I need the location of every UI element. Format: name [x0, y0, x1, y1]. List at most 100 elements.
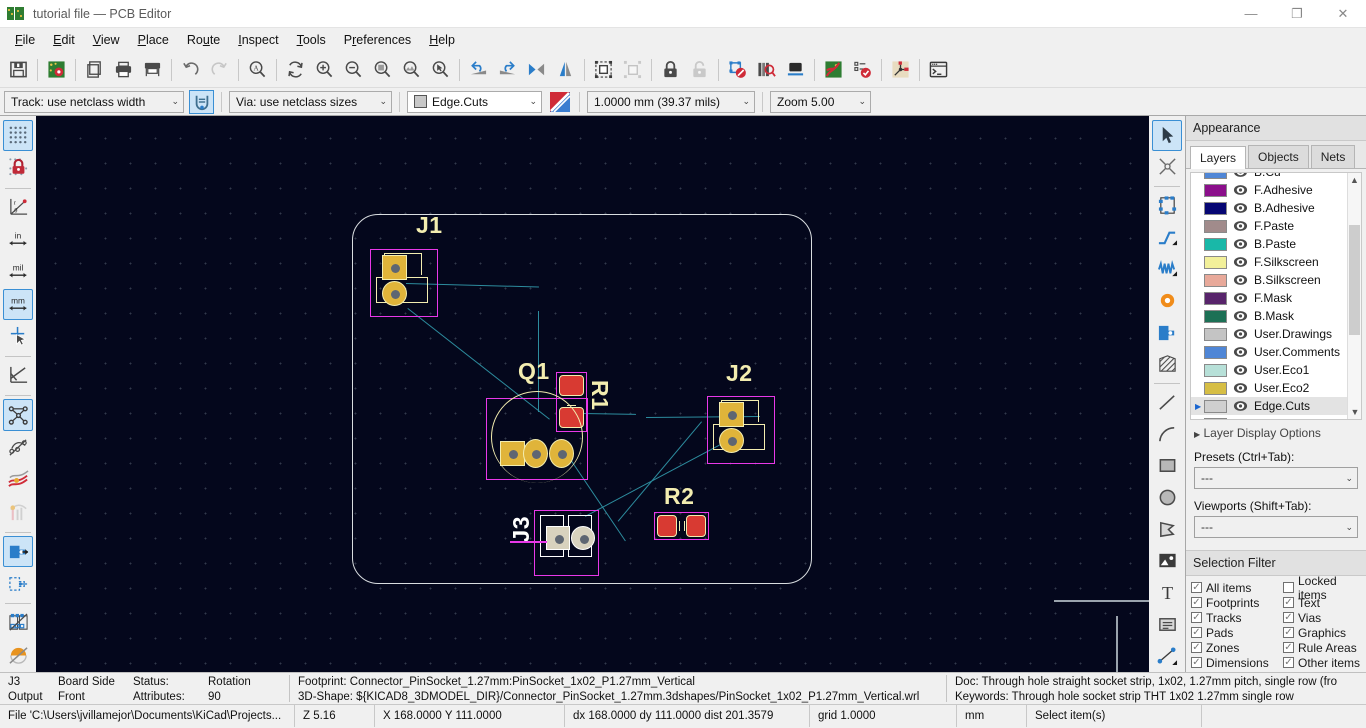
curved-ratsnest-button[interactable] [3, 432, 33, 463]
lock-icon[interactable] [656, 55, 685, 85]
layer-row[interactable]: User.Eco1 [1191, 361, 1347, 379]
save-icon[interactable] [4, 55, 33, 85]
draw-circle-tool-button[interactable] [1152, 482, 1182, 513]
menu-tools[interactable]: Tools [288, 30, 335, 50]
layer-row[interactable]: F.Mask [1191, 289, 1347, 307]
layer-list-scrollbar[interactable]: ▲ ▼ [1347, 173, 1361, 419]
3d-viewer-icon[interactable] [781, 55, 810, 85]
pad-2[interactable] [523, 439, 548, 468]
layer-color-swatch[interactable] [1204, 201, 1227, 215]
layer-color-swatch[interactable] [1204, 345, 1227, 359]
footprint-text-button[interactable] [3, 607, 33, 638]
place-image-tool-button[interactable] [1152, 545, 1182, 576]
rotate-ccw-icon[interactable] [464, 55, 493, 85]
layer-row[interactable]: F.Silkscreen [1191, 253, 1347, 271]
find-icon[interactable]: A [243, 55, 272, 85]
refresh-icon[interactable] [281, 55, 310, 85]
eye-visibility-icon[interactable] [1232, 328, 1248, 341]
unlock-icon[interactable] [685, 55, 714, 85]
eye-visibility-icon[interactable] [1232, 173, 1248, 179]
menu-place[interactable]: Place [129, 30, 178, 50]
add-textbox-tool-button[interactable] [1152, 609, 1182, 640]
select-tool-button[interactable] [1152, 120, 1182, 151]
checkbox[interactable] [1283, 657, 1294, 668]
pad-1[interactable] [657, 515, 677, 537]
toggle-45-limit-button[interactable] [3, 360, 33, 391]
pad-2[interactable] [382, 281, 407, 306]
eye-visibility-icon[interactable] [1232, 400, 1248, 413]
checkbox[interactable] [1191, 612, 1202, 623]
zone-outline-button[interactable] [3, 568, 33, 599]
layer-row[interactable]: F.Paste [1191, 217, 1347, 235]
checkbox[interactable] [1283, 642, 1294, 653]
menu-inspect[interactable]: Inspect [229, 30, 287, 50]
add-dimension-tool-button[interactable] [1152, 640, 1182, 671]
update-pcb-icon[interactable] [848, 55, 877, 85]
layer-color-swatch[interactable] [1204, 399, 1227, 413]
sketch-graphics-button[interactable] [3, 640, 33, 671]
selection-filter-item[interactable]: Dimensions [1191, 655, 1283, 670]
layer-color-swatch[interactable] [1204, 417, 1227, 419]
layer-color-swatch[interactable] [1204, 173, 1227, 179]
checkbox[interactable] [1191, 657, 1202, 668]
toggle-grid-button[interactable] [3, 120, 33, 152]
draw-rule-area-tool-button[interactable] [1152, 349, 1182, 380]
layer-row[interactable]: B.Paste [1191, 235, 1347, 253]
layer-color-swatch[interactable] [1204, 363, 1227, 377]
menu-view[interactable]: View [84, 30, 129, 50]
flip-horizontal-icon[interactable] [522, 55, 551, 85]
zoom-select[interactable]: Zoom 5.00 ⌄ [770, 90, 871, 113]
layer-row[interactable]: B.Silkscreen [1191, 271, 1347, 289]
footprint-j3[interactable]: J3 [508, 510, 599, 576]
zoom-in-icon[interactable] [310, 55, 339, 85]
add-text-tool-button[interactable]: T [1152, 577, 1182, 608]
eye-visibility-icon[interactable] [1232, 310, 1248, 323]
place-via-tool-button[interactable] [1152, 285, 1182, 316]
eye-visibility-icon[interactable] [1232, 202, 1248, 215]
units-mm-button[interactable]: mm [3, 288, 33, 320]
track-width-select[interactable]: Track: use netclass width ⌄ [4, 90, 184, 113]
layer-row[interactable]: User.Drawings [1191, 325, 1347, 343]
eye-visibility-icon[interactable] [1232, 418, 1248, 420]
eye-visibility-icon[interactable] [1232, 238, 1248, 251]
eye-visibility-icon[interactable] [1232, 256, 1248, 269]
close-button[interactable]: ✕ [1320, 0, 1366, 28]
layer-list[interactable]: B.Cu F.Adhesive B.Adhesive F.Paste B.Paste F.… [1190, 172, 1362, 420]
layer-color-swatch[interactable] [1204, 183, 1227, 197]
draw-zone-tool-button[interactable] [1152, 317, 1182, 348]
scripting-console-icon[interactable] [924, 55, 953, 85]
minimize-button[interactable]: — [1228, 0, 1274, 28]
menu-file[interactable]: File [6, 30, 44, 50]
footprint-j2[interactable]: J2 [707, 360, 775, 464]
layer-color-swatch[interactable] [1204, 381, 1227, 395]
maximize-button[interactable]: ❐ [1274, 0, 1320, 28]
layer-row[interactable]: User.Comments [1191, 343, 1347, 361]
layer-row[interactable]: B.Adhesive [1191, 199, 1347, 217]
scrollbar-thumb[interactable] [1349, 225, 1360, 335]
layer-row[interactable]: Margin [1191, 415, 1347, 420]
group-icon[interactable] [589, 55, 618, 85]
board-setup-icon[interactable] [42, 55, 71, 85]
redo-icon[interactable] [205, 55, 234, 85]
pad-1[interactable] [500, 441, 525, 466]
print-icon[interactable] [109, 55, 138, 85]
toggle-cursor-button[interactable] [3, 321, 33, 352]
checkbox[interactable] [1191, 642, 1202, 653]
checkbox[interactable] [1283, 612, 1294, 623]
place-footprint-tool-button[interactable] [1152, 190, 1182, 221]
show-ratsnest-button[interactable] [3, 399, 33, 431]
selection-filter-item[interactable]: Rule Areas [1283, 640, 1362, 655]
layer-color-swatch[interactable] [1204, 219, 1227, 233]
flip-vertical-icon[interactable] [551, 55, 580, 85]
layer-color-swatch[interactable] [1204, 273, 1227, 287]
drc-icon[interactable] [723, 55, 752, 85]
route-track-tool-button[interactable] [1152, 222, 1182, 253]
selection-filter-item[interactable]: Tracks [1191, 610, 1283, 625]
selection-filter-item[interactable]: Vias [1283, 610, 1362, 625]
footprint-j1[interactable]: J1 [370, 212, 442, 317]
draw-arc-tool-button[interactable] [1152, 419, 1182, 450]
selection-filter-item[interactable]: Zones [1191, 640, 1283, 655]
checkbox[interactable] [1283, 627, 1294, 638]
eye-visibility-icon[interactable] [1232, 220, 1248, 233]
tab-nets[interactable]: Nets [1310, 145, 1356, 168]
